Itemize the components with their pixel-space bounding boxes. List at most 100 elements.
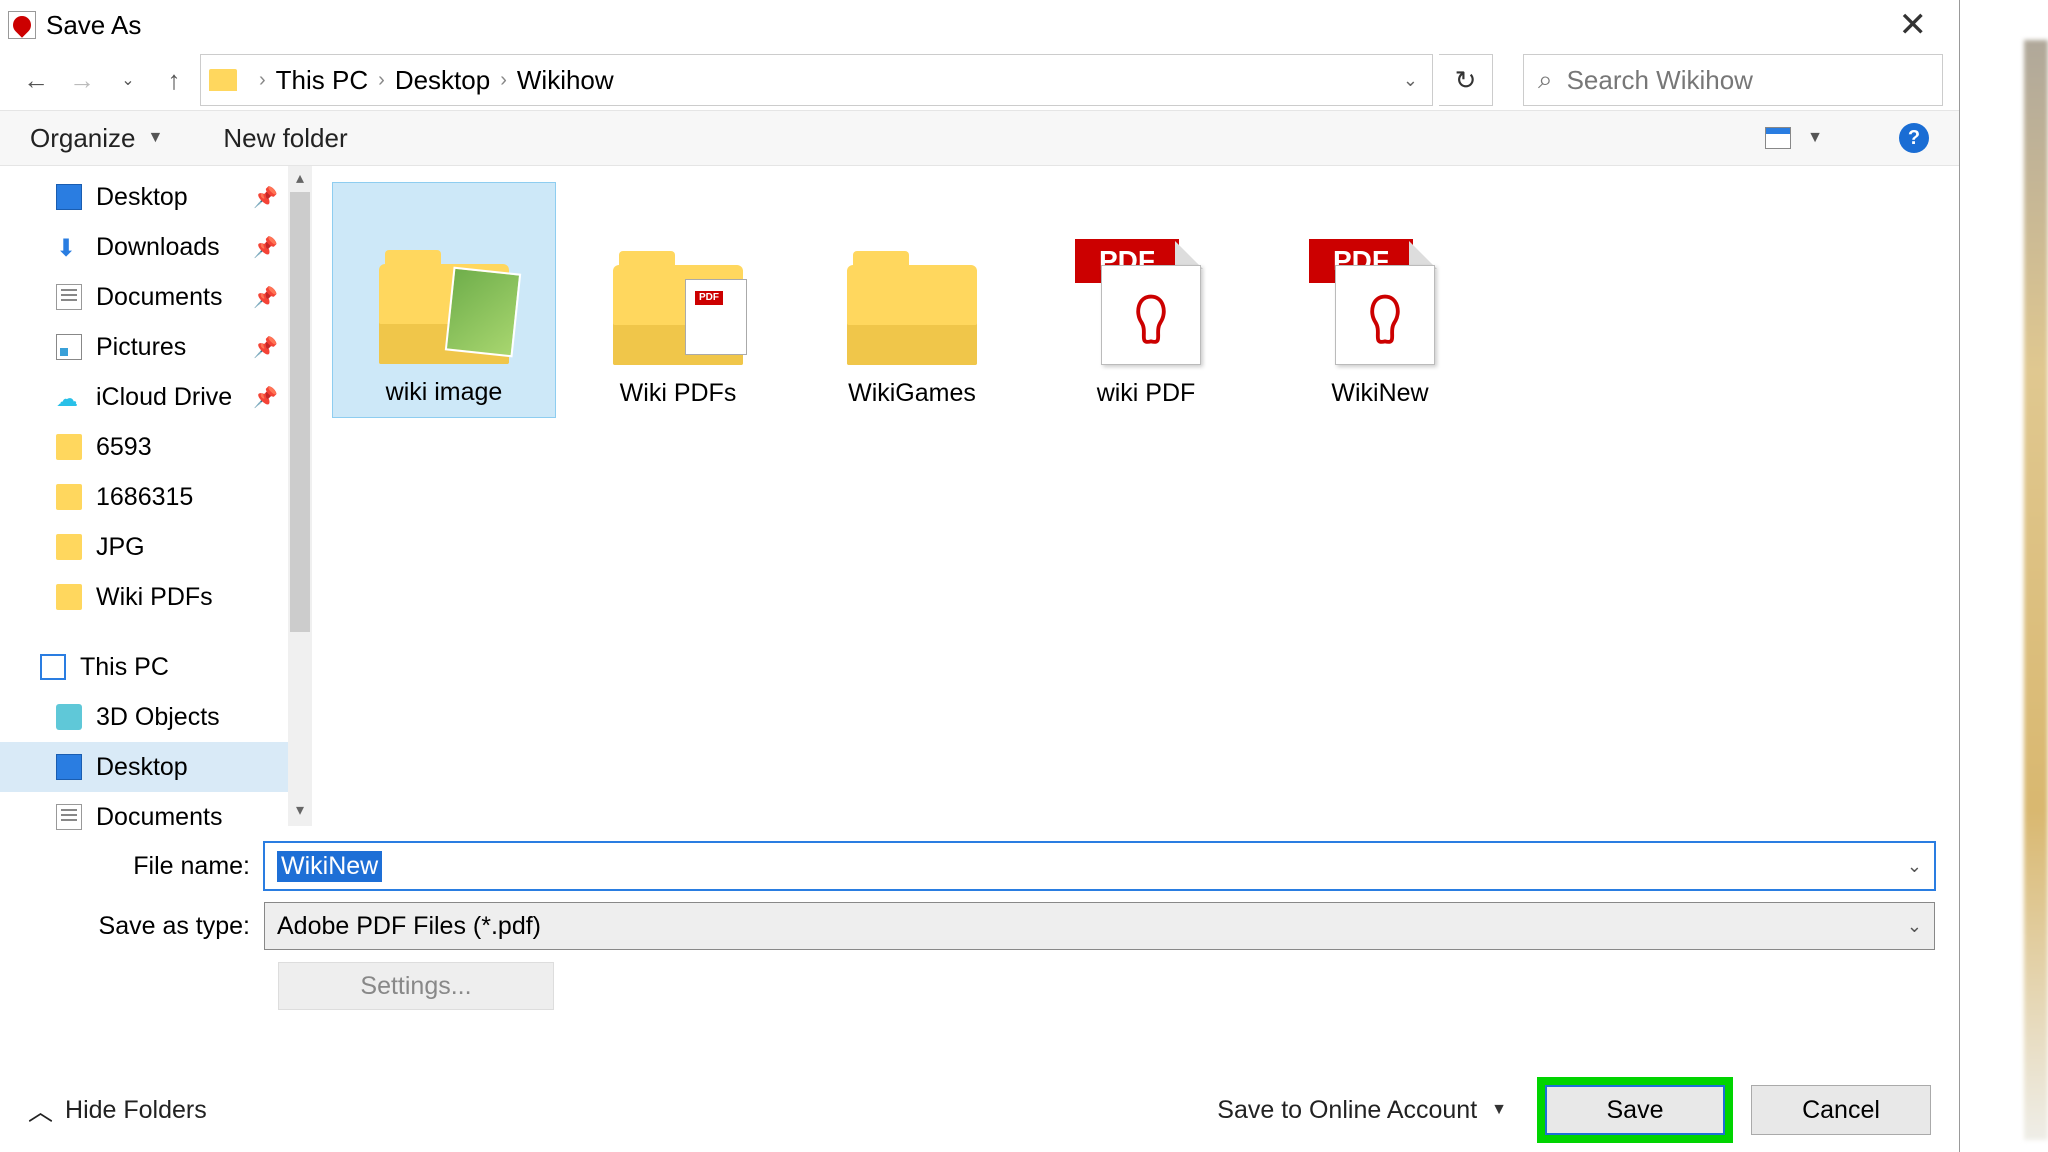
sidebar-item-documents[interactable]: Documents 📌 <box>0 272 312 322</box>
filename-label: File name: <box>24 852 264 881</box>
close-button[interactable]: ✕ <box>1875 5 1952 45</box>
folder-icon <box>209 69 237 91</box>
breadcrumb-leaf[interactable]: Wikihow <box>517 65 614 96</box>
view-mode-icon[interactable] <box>1765 127 1791 149</box>
toolbar: Organize ▼ New folder ▼ ? <box>0 110 1959 166</box>
forward-button[interactable]: → <box>62 60 102 100</box>
file-tile-wiki-pdfs[interactable]: PDFWiki PDFs <box>566 182 790 418</box>
folder-icon: PDF <box>613 265 743 365</box>
file-tile-wikigames[interactable]: WikiGames <box>800 182 1024 418</box>
sidebar-item-jpg[interactable]: JPG <box>0 522 312 572</box>
sidebar-item-label: This PC <box>80 653 169 682</box>
organize-button[interactable]: Organize <box>30 123 136 154</box>
save-form: File name: WikiNew ⌄ Save as type: Adobe… <box>0 826 1959 1010</box>
chevron-down-icon[interactable]: ⌄ <box>1907 916 1922 937</box>
navigation-row: ← → ⌄ ↑ › This PC › Desktop › Wikihow ⌄ … <box>0 50 1959 110</box>
file-tile-wiki-image[interactable]: wiki image <box>332 182 556 418</box>
chevron-right-icon: › <box>378 69 385 92</box>
folder-icon <box>379 264 509 364</box>
scroll-up-icon[interactable]: ▴ <box>288 168 312 192</box>
view-dropdown-icon[interactable]: ▼ <box>1807 129 1823 147</box>
file-label: wiki PDF <box>1097 379 1196 408</box>
chevron-right-icon: › <box>259 69 266 92</box>
pdf-file-icon: PDF <box>1071 235 1221 365</box>
address-bar[interactable]: › This PC › Desktop › Wikihow ⌄ <box>200 54 1433 106</box>
window-title: Save As <box>46 10 141 41</box>
sidebar-item-label: Pictures <box>96 333 186 362</box>
sidebar-item-this-pc[interactable]: This PC <box>0 642 312 692</box>
search-input[interactable]: ⌕ Search Wikihow <box>1523 54 1943 106</box>
sidebar-item-label: iCloud Drive <box>96 383 232 412</box>
back-button[interactable]: ← <box>16 60 56 100</box>
sidebar-item-label: Documents <box>96 283 222 312</box>
file-grid[interactable]: wiki image PDFWiki PDFsWikiGames PDF wiki P… <box>312 166 1959 826</box>
pdf-app-icon <box>8 11 36 39</box>
search-placeholder: Search Wikihow <box>1567 65 1753 96</box>
dl-icon <box>56 234 82 260</box>
breadcrumb-root[interactable]: This PC <box>276 65 368 96</box>
hide-folders-toggle[interactable]: ︿ Hide Folders <box>28 1092 207 1128</box>
sidebar-item-label: Wiki PDFs <box>96 583 213 612</box>
cloud-icon <box>56 384 82 410</box>
scroll-thumb[interactable] <box>290 192 310 632</box>
file-label: WikiNew <box>1331 379 1428 408</box>
sidebar-item-icloud-drive[interactable]: iCloud Drive 📌 <box>0 372 312 422</box>
sidebar-item-label: Documents <box>96 803 222 832</box>
file-label: wiki image <box>386 378 503 407</box>
scroll-down-icon[interactable]: ▾ <box>288 800 312 824</box>
sidebar-item-label: Desktop <box>96 753 188 782</box>
save-online-button[interactable]: Save to Online Account <box>1217 1096 1477 1125</box>
filetype-select[interactable]: Adobe PDF Files (*.pdf) ⌄ <box>264 902 1935 950</box>
save-button-highlight: Save <box>1537 1077 1733 1143</box>
pin-icon: 📌 <box>253 185 278 210</box>
new-folder-button[interactable]: New folder <box>223 123 347 154</box>
pin-icon: 📌 <box>253 285 278 310</box>
refresh-button[interactable]: ↻ <box>1439 54 1493 106</box>
sidebar-item-downloads[interactable]: Downloads📌 <box>0 222 312 272</box>
breadcrumb-mid[interactable]: Desktop <box>395 65 490 96</box>
filename-value: WikiNew <box>277 851 382 882</box>
sidebar-item-label: 1686315 <box>96 483 193 512</box>
sidebar-item-label: 3D Objects <box>96 703 220 732</box>
sidebar-item-6593[interactable]: 6593 <box>0 422 312 472</box>
title-bar: Save As ✕ <box>0 0 1959 50</box>
chevron-down-icon[interactable]: ▼ <box>1491 1101 1507 1119</box>
sidebar-item-desktop[interactable]: Desktop <box>0 742 312 792</box>
address-dropdown-icon[interactable]: ⌄ <box>1403 70 1418 91</box>
doc-icon <box>56 804 82 830</box>
sidebar-item-wiki-pdfs[interactable]: Wiki PDFs <box>0 572 312 622</box>
chevron-right-icon: › <box>500 69 507 92</box>
sidebar-item-label: JPG <box>96 533 145 562</box>
sidebar-scrollbar[interactable]: ▴ ▾ <box>288 166 312 826</box>
help-button[interactable]: ? <box>1899 123 1929 153</box>
sidebar-item-label: Desktop <box>96 183 188 212</box>
folder-icon <box>56 434 82 460</box>
sidebar-item-pictures[interactable]: Pictures📌 <box>0 322 312 372</box>
cancel-button[interactable]: Cancel <box>1751 1085 1931 1135</box>
save-button[interactable]: Save <box>1545 1085 1725 1135</box>
pdf-file-icon: PDF <box>1305 235 1455 365</box>
file-tile-wikinew[interactable]: PDF WikiNew <box>1268 182 1492 418</box>
pc-icon <box>40 654 66 680</box>
settings-button[interactable]: Settings... <box>278 962 554 1010</box>
doc-icon <box>56 284 82 310</box>
up-button[interactable]: ↑ <box>154 60 194 100</box>
sidebar-item-3d-objects[interactable]: 3D Objects <box>0 692 312 742</box>
chevron-down-icon[interactable]: ▼ <box>148 129 164 147</box>
sidebar-item-desktop[interactable]: Desktop 📌 <box>0 172 312 222</box>
sidebar-item-documents[interactable]: Documents <box>0 792 312 842</box>
sidebar-item-1686315[interactable]: 1686315 <box>0 472 312 522</box>
desktop-icon <box>56 184 82 210</box>
folder-icon <box>56 584 82 610</box>
chevron-down-icon[interactable]: ⌄ <box>1907 856 1922 877</box>
filename-input[interactable]: WikiNew ⌄ <box>264 842 1935 890</box>
desktop-icon <box>56 754 82 780</box>
filetype-value: Adobe PDF Files (*.pdf) <box>277 912 541 941</box>
save-as-dialog: Save As ✕ ← → ⌄ ↑ › This PC › Desktop › … <box>0 0 1960 1152</box>
recent-dropdown[interactable]: ⌄ <box>108 60 148 100</box>
file-tile-wiki-pdf[interactable]: PDF wiki PDF <box>1034 182 1258 418</box>
pin-icon: 📌 <box>253 385 278 410</box>
pin-icon: 📌 <box>253 235 278 260</box>
sidebar: Desktop📌Downloads📌Documents📌Pictures📌iCl… <box>0 166 312 826</box>
hide-folders-label: Hide Folders <box>65 1096 207 1125</box>
